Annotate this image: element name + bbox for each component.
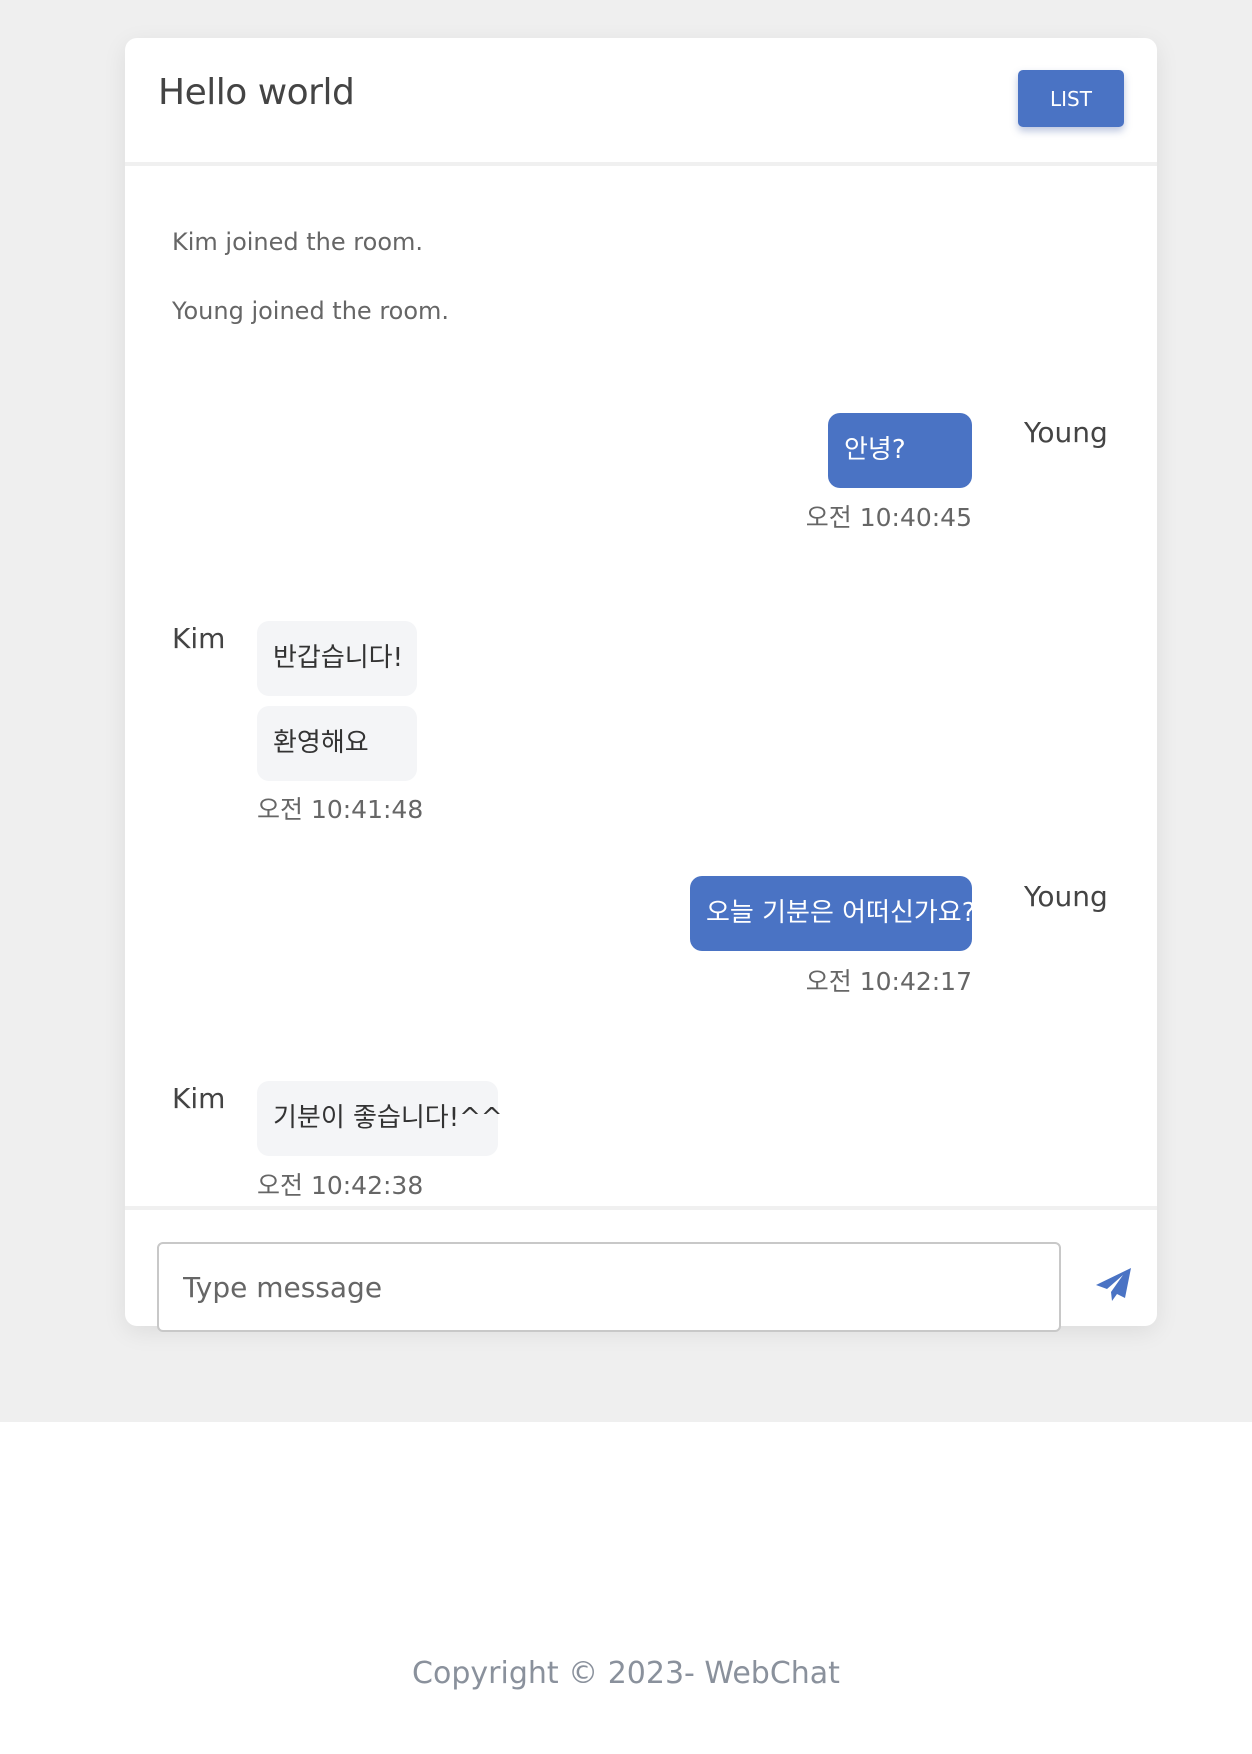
- room-title: Hello world: [158, 72, 355, 113]
- chat-room-card: Hello world LIST Kim joined the room. Yo…: [125, 38, 1157, 1332]
- message-bubble-theirs: 환영해요: [257, 706, 417, 781]
- message-bubble-theirs: 기분이 좋습니다!^^: [257, 1081, 503, 1156]
- message-bubble-mine: 안녕?: [828, 413, 972, 488]
- message-timestamp: 오전 10:42:38: [257, 1171, 424, 1200]
- message-input[interactable]: [157, 1242, 1061, 1332]
- sender-name: Kim: [172, 622, 226, 655]
- sender-name: Kim: [172, 1082, 226, 1115]
- list-button[interactable]: LIST: [1018, 70, 1124, 127]
- message-timestamp: 오전 10:42:17: [805, 967, 972, 996]
- sender-name: Young: [1024, 416, 1108, 449]
- footer-copyright: Copyright © 2023- WebChat: [412, 1656, 840, 1691]
- message-bubble-theirs: 반갑습니다!: [257, 621, 417, 696]
- message-composer: [125, 1206, 1157, 1332]
- system-message: Young joined the room.: [172, 297, 450, 325]
- sender-name: Young: [1024, 880, 1108, 913]
- send-button[interactable]: [1085, 1258, 1141, 1314]
- system-message: Kim joined the room.: [172, 228, 424, 256]
- message-list[interactable]: Kim joined the room. Young joined the ro…: [125, 166, 1157, 1206]
- chat-header: Hello world LIST: [125, 38, 1157, 166]
- paper-plane-icon: [1096, 1267, 1131, 1301]
- message-timestamp: 오전 10:40:45: [805, 503, 972, 532]
- message-bubble-mine: 오늘 기분은 어떠신가요?: [690, 876, 976, 951]
- message-timestamp: 오전 10:41:48: [257, 795, 424, 824]
